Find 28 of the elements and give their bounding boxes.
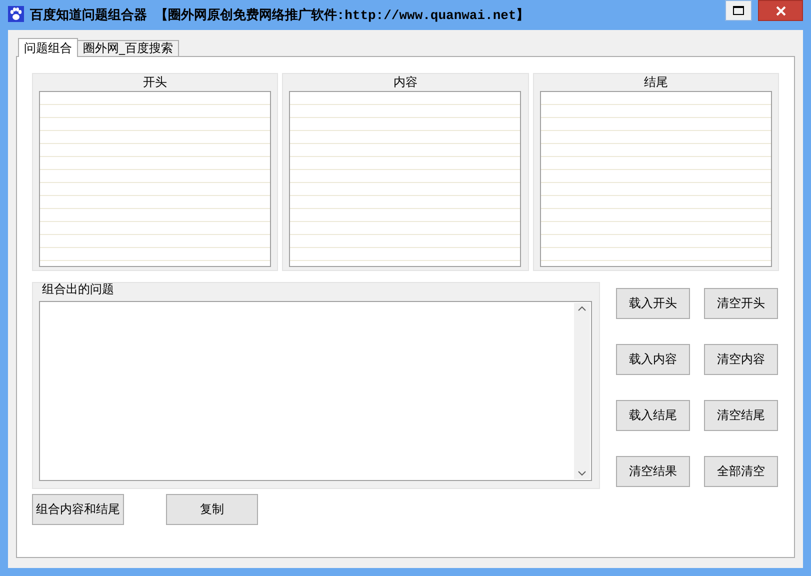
action-button[interactable]: 组合内容和结尾: [32, 494, 124, 525]
lined-list[interactable]: [289, 91, 522, 267]
maximize-button[interactable]: [725, 0, 752, 21]
maximize-icon: [733, 6, 744, 15]
list-title: 开头: [143, 74, 168, 91]
window-title: 百度知道问题组合器 【圈外网原创免费网络推广软件:http://www.quanwai.net】: [30, 6, 530, 24]
list-title: 结尾: [644, 74, 668, 91]
scroll-up-icon[interactable]: [578, 306, 586, 311]
action-button[interactable]: 清空开头: [704, 288, 778, 319]
action-button[interactable]: 清空内容: [704, 344, 778, 375]
action-button[interactable]: 复制: [166, 494, 258, 525]
action-button[interactable]: 载入内容: [616, 344, 690, 375]
action-button[interactable]: 全部清空: [704, 456, 778, 487]
list-title: 内容: [393, 74, 418, 91]
lined-list[interactable]: [39, 91, 272, 267]
action-button[interactable]: 清空结尾: [704, 400, 778, 431]
scroll-down-icon[interactable]: [578, 471, 586, 476]
tab[interactable]: 圈外网_百度搜索: [77, 40, 179, 57]
action-button[interactable]: 载入结尾: [616, 400, 690, 431]
paw-icon: [8, 6, 24, 22]
group-title: 组合出的问题: [41, 283, 115, 298]
action-button[interactable]: 载入开头: [616, 288, 690, 319]
scrollbar[interactable]: [574, 303, 590, 479]
close-icon: [776, 6, 786, 16]
lined-list[interactable]: [540, 91, 772, 267]
tab[interactable]: 问题组合: [18, 38, 78, 57]
action-button[interactable]: 清空结果: [616, 456, 690, 487]
close-button[interactable]: [758, 0, 803, 21]
